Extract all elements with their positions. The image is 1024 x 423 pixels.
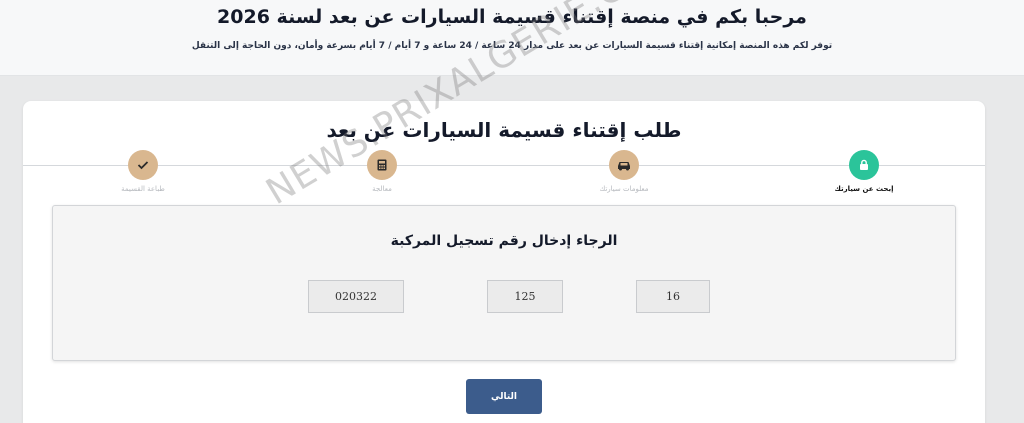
calculator-icon	[367, 150, 397, 180]
lock-icon	[849, 150, 879, 180]
registration-field-2[interactable]	[487, 280, 563, 313]
step-processing[interactable]: معالجة	[317, 150, 447, 193]
registration-form: الرجاء إدخال رقم تسجيل المركبة	[52, 205, 956, 361]
next-button[interactable]: التالي	[466, 379, 542, 414]
registration-field-3[interactable]	[308, 280, 404, 313]
check-icon	[128, 150, 158, 180]
header-banner: مرحبا بكم في منصة إقتناء قسيمة السيارات …	[0, 0, 1024, 76]
registration-field-1[interactable]	[636, 280, 710, 313]
step-search-car[interactable]: إبحث عن سيارتك	[799, 150, 929, 193]
step-label: معالجة	[372, 185, 392, 193]
step-label: إبحث عن سيارتك	[834, 185, 894, 193]
page-title: مرحبا بكم في منصة إقتناء قسيمة السيارات …	[217, 6, 807, 28]
step-label: معلومات سيارتك	[599, 185, 649, 193]
card-title: طلب إقتناء قسيمة السيارات عن بعد	[326, 118, 682, 142]
request-card: طلب إقتناء قسيمة السيارات عن بعد إبحث عن…	[23, 101, 985, 423]
step-label: طباعة القسيمة	[121, 185, 165, 193]
step-car-info[interactable]: معلومات سيارتك	[559, 150, 689, 193]
page-subtitle: توفر لكم هذه المنصة إمكانية إقتناء قسيمة…	[191, 41, 833, 51]
step-print-receipt[interactable]: طباعة القسيمة	[78, 150, 208, 193]
form-heading: الرجاء إدخال رقم تسجيل المركبة	[390, 233, 618, 249]
car-icon	[609, 150, 639, 180]
